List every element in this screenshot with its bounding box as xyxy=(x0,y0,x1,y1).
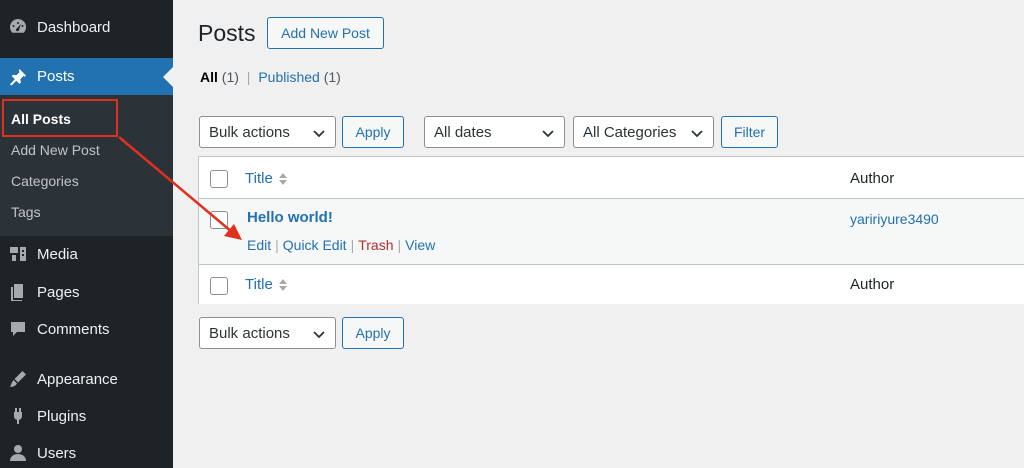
select-all-checkbox-bottom[interactable] xyxy=(210,277,228,295)
row-actions: Edit | Quick Edit | Trash | View xyxy=(247,237,436,253)
current-menu-arrow xyxy=(163,66,173,87)
users-icon xyxy=(6,441,30,465)
dates-filter-select[interactable]: All dates xyxy=(424,116,565,148)
chevron-down-icon xyxy=(541,126,555,140)
filter-all-label: All xyxy=(200,69,218,85)
chevron-down-icon xyxy=(690,126,704,140)
annotation-highlight-box xyxy=(2,99,118,137)
author-link[interactable]: yaririyure3490 xyxy=(850,211,939,227)
table-row: Hello world! Edit | Quick Edit | Trash |… xyxy=(199,199,1024,264)
dashboard-icon xyxy=(6,15,30,39)
sidebar-item-users[interactable]: Users xyxy=(0,436,173,468)
media-icon xyxy=(6,242,30,266)
bulk-actions-select-bottom[interactable]: Bulk actions xyxy=(199,317,336,349)
sidebar-item-dashboard[interactable]: Dashboard xyxy=(0,10,173,44)
add-new-post-button[interactable]: Add New Post xyxy=(267,17,384,49)
filter-published[interactable]: Published (1) xyxy=(258,69,341,85)
row-checkbox[interactable] xyxy=(210,211,228,229)
plugins-icon xyxy=(6,404,30,428)
sidebar-item-plugins[interactable]: Plugins xyxy=(0,399,173,433)
table-header-row: Title Author xyxy=(199,157,1024,199)
col-title-label: Title xyxy=(245,170,273,187)
page-title: Posts xyxy=(198,20,256,46)
bulk-actions-value: Bulk actions xyxy=(209,123,290,141)
col-author-footer: Author xyxy=(850,276,895,293)
filter-all[interactable]: All (1) xyxy=(200,69,239,85)
sidebar-item-label: Comments xyxy=(37,320,110,338)
apply-button-bottom[interactable]: Apply xyxy=(342,317,404,349)
submenu-item-add-new-post[interactable]: Add New Post xyxy=(11,142,100,158)
dates-value: All dates xyxy=(434,123,492,141)
posts-table: Title Author Hello world! Edit | Quick E… xyxy=(198,156,1024,304)
edit-link[interactable]: Edit xyxy=(247,237,271,253)
sort-by-title-header[interactable]: Title xyxy=(245,170,288,187)
bulk-actions-select-top[interactable]: Bulk actions xyxy=(199,116,336,148)
admin-sidebar: Dashboard Posts All Posts Add New Post C… xyxy=(0,0,173,468)
status-filter-links: All (1) | Published (1) xyxy=(200,69,341,85)
filter-all-count: (1) xyxy=(221,69,239,85)
bulk-actions-value: Bulk actions xyxy=(209,324,290,342)
select-all-checkbox-top[interactable] xyxy=(210,170,228,188)
pushpin-icon xyxy=(6,65,30,89)
sidebar-item-comments[interactable]: Comments xyxy=(0,312,173,346)
sidebar-item-media[interactable]: Media xyxy=(0,237,173,271)
sidebar-item-label: Users xyxy=(37,444,77,462)
sidebar-item-label: Plugins xyxy=(37,407,87,425)
quick-edit-link[interactable]: Quick Edit xyxy=(283,237,347,253)
submenu-item-tags[interactable]: Tags xyxy=(11,204,41,220)
comments-icon xyxy=(6,317,30,341)
sidebar-item-label: Posts xyxy=(37,68,75,85)
filter-published-count: (1) xyxy=(323,69,341,85)
col-author-header: Author xyxy=(850,170,895,187)
submenu-item-categories[interactable]: Categories xyxy=(11,173,79,189)
sidebar-item-appearance[interactable]: Appearance xyxy=(0,362,173,396)
trash-link[interactable]: Trash xyxy=(358,237,393,253)
sidebar-item-posts[interactable]: Posts xyxy=(0,58,173,95)
filter-separator: | xyxy=(246,69,251,85)
sort-by-title-footer[interactable]: Title xyxy=(245,276,288,293)
appearance-icon xyxy=(6,367,30,391)
col-title-label: Title xyxy=(245,276,273,293)
view-link[interactable]: View xyxy=(405,237,435,253)
sidebar-item-pages[interactable]: Pages xyxy=(0,275,173,309)
sidebar-item-label: Pages xyxy=(37,283,80,301)
sort-icon xyxy=(278,172,287,185)
chevron-down-icon xyxy=(312,327,326,341)
filter-published-label: Published xyxy=(258,69,320,85)
chevron-down-icon xyxy=(312,126,326,140)
categories-value: All Categories xyxy=(583,123,677,141)
table-footer-row: Title Author xyxy=(199,264,1024,304)
sidebar-item-label: Media xyxy=(37,245,78,263)
sidebar-item-label: Dashboard xyxy=(37,18,111,36)
categories-filter-select[interactable]: All Categories xyxy=(573,116,714,148)
pages-icon xyxy=(6,280,30,304)
sort-icon xyxy=(278,278,287,291)
sidebar-item-label: Appearance xyxy=(37,370,118,388)
filter-button[interactable]: Filter xyxy=(721,116,778,148)
apply-button-top[interactable]: Apply xyxy=(342,116,404,148)
post-title-link[interactable]: Hello world! xyxy=(247,209,333,226)
